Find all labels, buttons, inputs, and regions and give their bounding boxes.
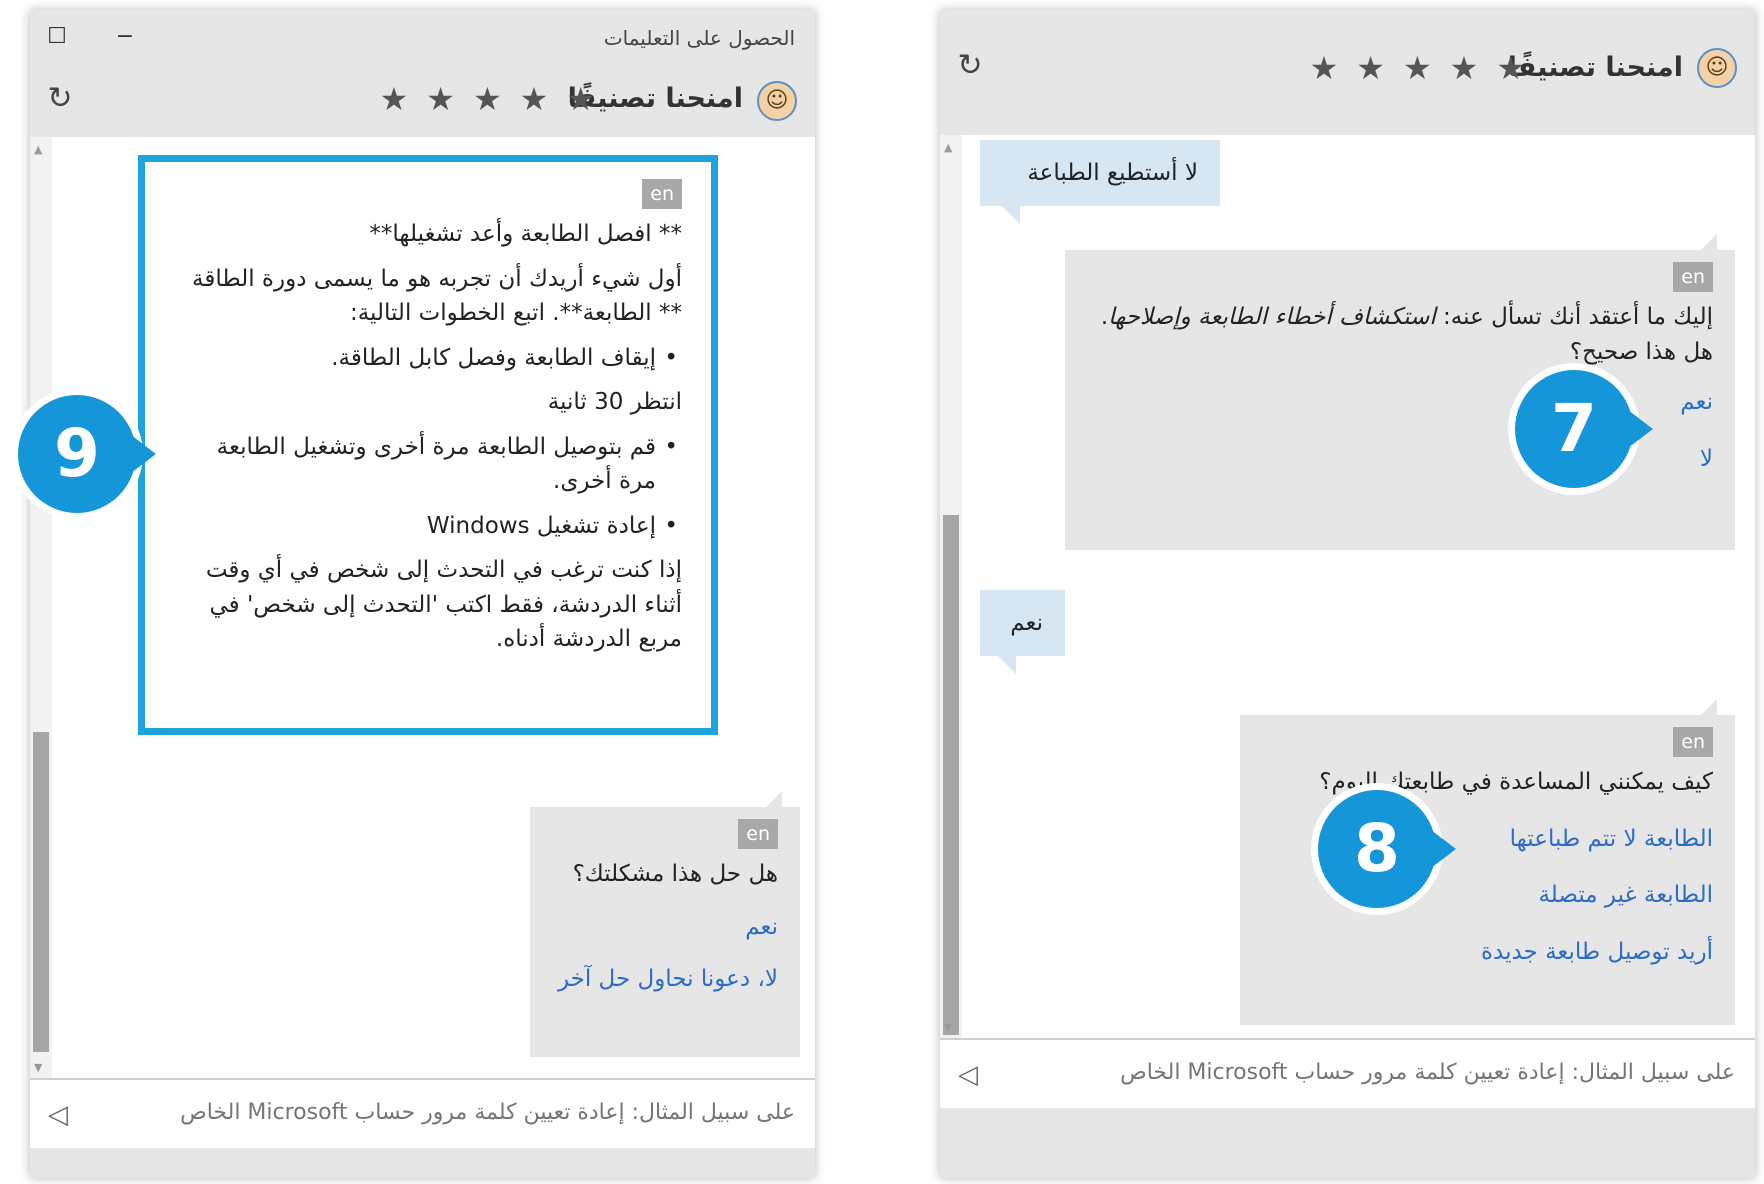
star-icon[interactable]: ★ bbox=[1403, 52, 1432, 84]
option-link-new-printer[interactable]: أريد توصيل طابعة جديدة bbox=[1262, 935, 1713, 970]
refresh-icon[interactable]: ↻ bbox=[952, 48, 988, 84]
chat-input-bar: ◁ bbox=[940, 1038, 1755, 1108]
chat-input-bar: ◁ bbox=[30, 1078, 815, 1148]
scroll-up-icon[interactable]: ▲ bbox=[944, 141, 952, 154]
step-item: إعادة تشغيل Windows bbox=[174, 509, 682, 544]
chat-history: ▲ ▼ en ** افصل الطابعة وأعد تشغيلها** أو… bbox=[30, 137, 815, 1078]
star-icon[interactable]: ★ bbox=[1310, 52, 1339, 84]
language-badge: en bbox=[738, 819, 778, 849]
window-title: الحصول على التعليمات bbox=[603, 26, 795, 50]
scrollbar[interactable]: ▲ ▼ bbox=[940, 135, 962, 1038]
message-text: إليك ما أعتقد أنك تسأل عنه: استكشاف أخطا… bbox=[1087, 300, 1713, 369]
star-icon[interactable]: ★ bbox=[520, 83, 549, 115]
wait-text: انتظر 30 ثانية bbox=[547, 389, 682, 415]
title-bar: ☐ − الحصول على التعليمات bbox=[30, 10, 815, 67]
chat-input[interactable] bbox=[105, 1100, 795, 1125]
rating-label: امنحنا تصنيفًا bbox=[1507, 52, 1683, 83]
callout-number: 7 bbox=[1515, 370, 1633, 488]
step-item: قم بتوصيل الطابعة مرة أخرى وتشغيل الطابع… bbox=[174, 430, 682, 499]
chat-window-right: ↻ ☺ امنحنا تصنيفًا ★ ★ ★ ★ ★ ▲ ▼ لا أستط… bbox=[940, 10, 1755, 1178]
callout-marker: 9 bbox=[11, 388, 156, 520]
star-icon[interactable]: ★ bbox=[1356, 52, 1385, 84]
scrollbar-thumb[interactable] bbox=[943, 515, 959, 1035]
bubble-tail bbox=[1002, 206, 1020, 224]
message-heading: ** افصل الطابعة وأعد تشغيلها** bbox=[369, 221, 682, 247]
bubble-tail bbox=[766, 791, 782, 807]
user-message: لا أستطيع الطباعة bbox=[980, 140, 1220, 224]
scrollbar-thumb[interactable] bbox=[33, 732, 49, 1052]
message-question: هل حل هذا مشكلتك؟ bbox=[572, 861, 778, 887]
minimize-icon[interactable]: − bbox=[110, 22, 140, 52]
rating-bar: ↻ ☺ امنحنا تصنيفًا ★ ★ ★ ★ ★ bbox=[30, 67, 815, 137]
option-yes-link[interactable]: نعم bbox=[552, 910, 778, 945]
scroll-down-icon[interactable]: ▼ bbox=[944, 1021, 952, 1034]
star-icon[interactable]: ★ bbox=[473, 83, 502, 115]
send-icon[interactable]: ◁ bbox=[48, 1100, 68, 1130]
step-item: إيقاف الطابعة وفصل كابل الطاقة. bbox=[174, 341, 682, 376]
bubble-tail bbox=[998, 656, 1016, 674]
message-text-topic: استكشاف أخطاء الطابعة وإصلاحها bbox=[1108, 304, 1436, 330]
user-message: نعم bbox=[980, 590, 1065, 674]
language-badge: en bbox=[1673, 262, 1713, 292]
callout-marker: 7 bbox=[1508, 363, 1653, 495]
star-icon[interactable]: ★ bbox=[380, 83, 409, 115]
star-icon[interactable]: ★ bbox=[566, 83, 595, 115]
option-no-link[interactable]: لا، دعونا نحاول حل آخر bbox=[552, 962, 778, 997]
maximize-icon[interactable]: ☐ bbox=[42, 22, 72, 52]
language-badge: en bbox=[642, 179, 682, 209]
message-outro: إذا كنت ترغب في التحدث إلى شخص في أي وقت… bbox=[205, 557, 682, 652]
bubble-tail bbox=[1701, 699, 1717, 715]
rating-stars: ★ ★ ★ ★ ★ bbox=[1310, 52, 1525, 84]
bubble-tail bbox=[1701, 234, 1717, 250]
send-icon[interactable]: ◁ bbox=[958, 1060, 978, 1090]
rating-stars: ★ ★ ★ ★ ★ bbox=[380, 83, 595, 115]
rating-bar: ↻ ☺ امنحنا تصنيفًا ★ ★ ★ ★ ★ bbox=[940, 10, 1755, 135]
star-icon[interactable]: ★ bbox=[426, 83, 455, 115]
bot-message: en ** افصل الطابعة وأعد تشغيلها** أول شي… bbox=[152, 167, 704, 685]
agent-avatar-icon: ☺ bbox=[757, 81, 797, 121]
user-message-text: نعم bbox=[1010, 610, 1043, 636]
callout-number: 9 bbox=[18, 395, 136, 513]
refresh-icon[interactable]: ↻ bbox=[42, 81, 78, 117]
user-message-text: لا أستطيع الطباعة bbox=[1027, 160, 1198, 186]
agent-avatar-icon: ☺ bbox=[1697, 48, 1737, 88]
scrollbar[interactable]: ▲ ▼ bbox=[30, 137, 52, 1078]
callout-number: 8 bbox=[1318, 790, 1436, 908]
message-text-plain: إليك ما أعتقد أنك تسأل عنه: bbox=[1435, 304, 1713, 330]
scroll-up-icon[interactable]: ▲ bbox=[34, 143, 42, 156]
bot-message: en هل حل هذا مشكلتك؟ نعم لا، دعونا نحاول… bbox=[530, 791, 800, 1057]
scroll-down-icon[interactable]: ▼ bbox=[34, 1061, 42, 1074]
window-footer bbox=[940, 1108, 1755, 1178]
language-badge: en bbox=[1673, 727, 1713, 757]
chat-input[interactable] bbox=[1045, 1060, 1735, 1085]
star-icon[interactable]: ★ bbox=[1450, 52, 1479, 84]
message-intro: أول شيء أريدك أن تجربه هو ما يسمى دورة ا… bbox=[192, 265, 682, 327]
chat-window-left: ☐ − الحصول على التعليمات ↻ ☺ امنحنا تصني… bbox=[30, 10, 815, 1178]
star-icon[interactable]: ★ bbox=[1496, 52, 1525, 84]
callout-marker: 8 bbox=[1311, 783, 1456, 915]
window-footer bbox=[30, 1148, 815, 1178]
